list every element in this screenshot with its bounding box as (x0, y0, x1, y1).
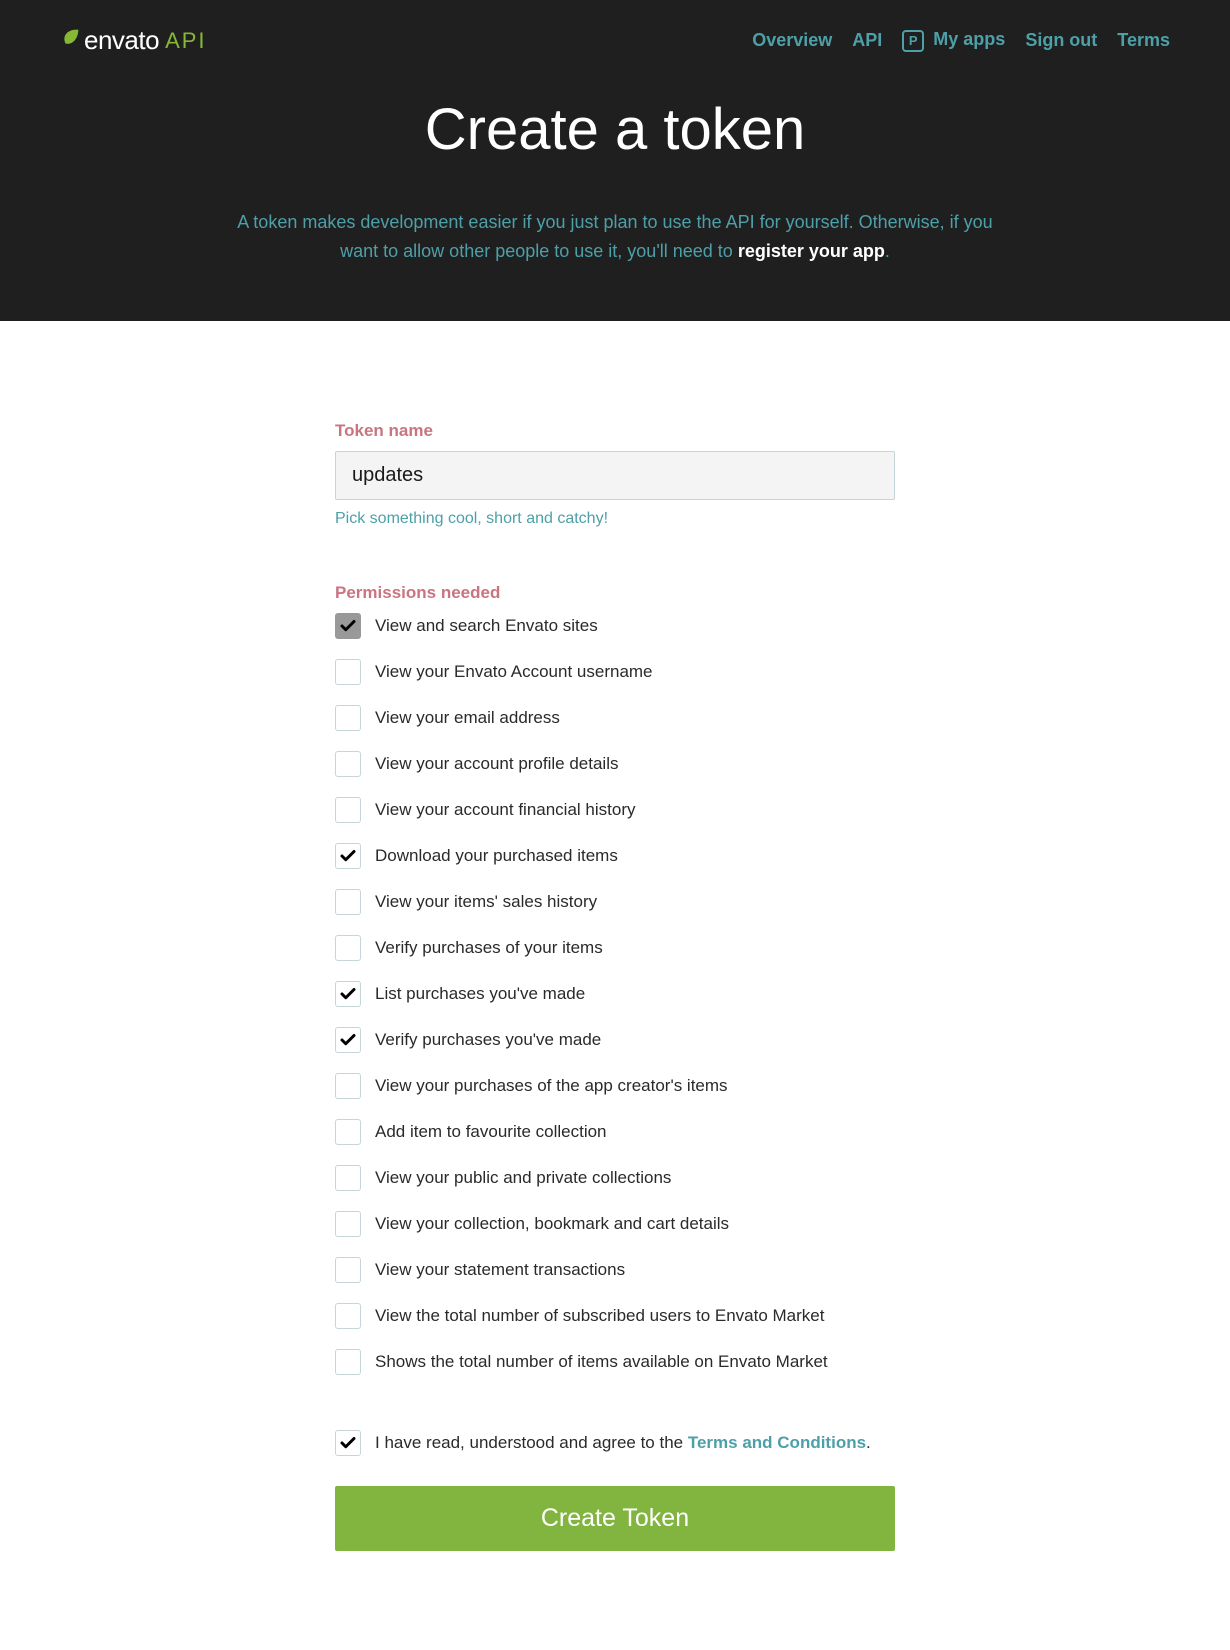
permission-label: Add item to favourite collection (375, 1122, 607, 1142)
permissions-section: Permissions needed View and search Envat… (335, 583, 895, 1375)
register-app-link[interactable]: register your app (738, 241, 885, 261)
permission-checkbox[interactable] (335, 751, 361, 777)
nav-sign-out[interactable]: Sign out (1025, 30, 1097, 51)
permission-item: Verify purchases of your items (335, 935, 895, 961)
token-form: Token name Pick something cool, short an… (335, 321, 895, 1601)
permission-checkbox[interactable] (335, 1257, 361, 1283)
permission-list: View and search Envato sites View your En… (335, 613, 895, 1375)
permission-label: View your items' sales history (375, 892, 597, 912)
permission-label: View your account profile details (375, 754, 619, 774)
page-title: Create a token (60, 96, 1170, 163)
permission-item: View your public and private collections (335, 1165, 895, 1191)
permission-label: View your email address (375, 708, 560, 728)
permission-checkbox[interactable] (335, 1027, 361, 1053)
permission-checkbox[interactable] (335, 843, 361, 869)
permission-checkbox[interactable] (335, 889, 361, 915)
permission-label: List purchases you've made (375, 984, 585, 1004)
permission-label: View your purchases of the app creator's… (375, 1076, 728, 1096)
permission-label: Verify purchases of your items (375, 938, 603, 958)
permission-checkbox[interactable] (335, 1349, 361, 1375)
permission-label: Shows the total number of items availabl… (375, 1352, 828, 1372)
logo-text: envato (84, 25, 159, 56)
token-name-input[interactable] (335, 451, 895, 500)
permission-checkbox[interactable] (335, 797, 361, 823)
permissions-label: Permissions needed (335, 583, 895, 603)
permission-checkbox[interactable] (335, 659, 361, 685)
subtitle-post: . (885, 241, 890, 261)
main-nav: Overview API P My apps Sign out Terms (752, 29, 1170, 52)
terms-label: I have read, understood and agree to the… (375, 1433, 871, 1453)
terms-pre: I have read, understood and agree to the (375, 1433, 688, 1452)
permission-item: View your collection, bookmark and cart … (335, 1211, 895, 1237)
permission-checkbox[interactable] (335, 1211, 361, 1237)
nav-my-apps-label: My apps (933, 29, 1005, 49)
permission-item: View your items' sales history (335, 889, 895, 915)
permission-label: View your public and private collections (375, 1168, 671, 1188)
permission-item: View your statement transactions (335, 1257, 895, 1283)
permission-label: Verify purchases you've made (375, 1030, 601, 1050)
permission-label: View your account financial history (375, 800, 636, 820)
permission-item: Verify purchases you've made (335, 1027, 895, 1053)
permission-checkbox[interactable] (335, 935, 361, 961)
permission-label: View your Envato Account username (375, 662, 653, 682)
permission-item: View your Envato Account username (335, 659, 895, 685)
permission-checkbox[interactable] (335, 1303, 361, 1329)
permission-item: View your account profile details (335, 751, 895, 777)
permission-label: Download your purchased items (375, 846, 618, 866)
permission-label: View and search Envato sites (375, 616, 598, 636)
permission-checkbox[interactable] (335, 1119, 361, 1145)
permission-label: View the total number of subscribed user… (375, 1306, 824, 1326)
leaf-icon (60, 27, 82, 54)
logo[interactable]: envato API (60, 25, 207, 56)
permission-item: View the total number of subscribed user… (335, 1303, 895, 1329)
permission-item: Add item to favourite collection (335, 1119, 895, 1145)
permission-label: View your statement transactions (375, 1260, 625, 1280)
nav-terms[interactable]: Terms (1117, 30, 1170, 51)
permission-checkbox[interactable] (335, 1073, 361, 1099)
permission-item: View your email address (335, 705, 895, 731)
permission-item: Download your purchased items (335, 843, 895, 869)
permission-checkbox (335, 613, 361, 639)
badge-icon: P (902, 30, 924, 52)
permission-checkbox[interactable] (335, 705, 361, 731)
nav-api[interactable]: API (852, 30, 882, 51)
permission-item: List purchases you've made (335, 981, 895, 1007)
permission-checkbox[interactable] (335, 1165, 361, 1191)
permission-item: View your purchases of the app creator's… (335, 1073, 895, 1099)
nav-overview[interactable]: Overview (752, 30, 832, 51)
permission-item: Shows the total number of items availabl… (335, 1349, 895, 1375)
page-subtitle: A token makes development easier if you … (230, 208, 1000, 266)
nav-my-apps[interactable]: P My apps (902, 29, 1005, 52)
terms-link[interactable]: Terms and Conditions (688, 1433, 866, 1452)
terms-post: . (866, 1433, 871, 1452)
token-name-label: Token name (335, 421, 895, 441)
page-header: envato API Overview API P My apps Sign o… (0, 0, 1230, 321)
permission-item: View your account financial history (335, 797, 895, 823)
permission-item: View and search Envato sites (335, 613, 895, 639)
logo-api-text: API (165, 28, 206, 54)
terms-section: I have read, understood and agree to the… (335, 1430, 895, 1456)
permission-checkbox[interactable] (335, 981, 361, 1007)
permission-label: View your collection, bookmark and cart … (375, 1214, 729, 1234)
token-name-hint: Pick something cool, short and catchy! (335, 510, 895, 528)
header-top-bar: envato API Overview API P My apps Sign o… (60, 25, 1170, 56)
terms-checkbox[interactable] (335, 1430, 361, 1456)
create-token-button[interactable]: Create Token (335, 1486, 895, 1551)
